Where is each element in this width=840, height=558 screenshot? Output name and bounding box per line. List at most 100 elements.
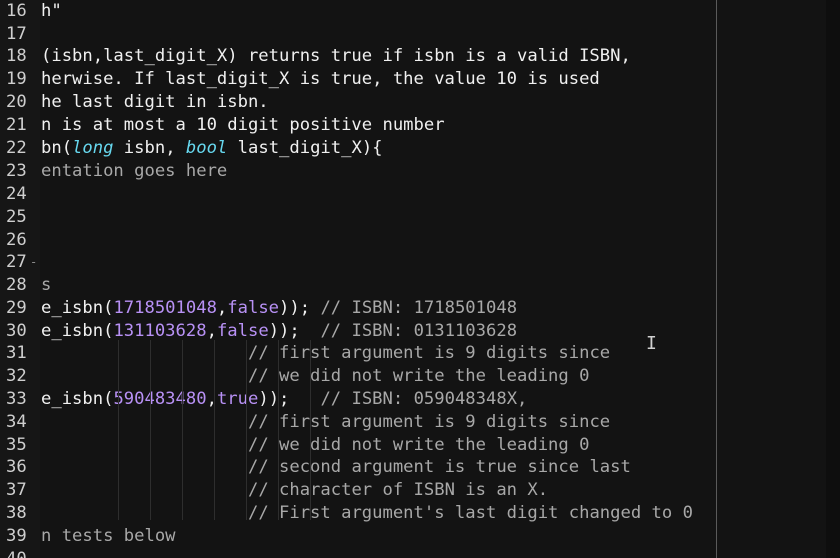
- indent-guide: [118, 340, 119, 520]
- fold-toggle-icon[interactable]: -: [30, 251, 37, 274]
- indent-guide: [278, 340, 279, 520]
- line-number: 25: [6, 207, 27, 227]
- code-token: last_digit_X){: [227, 138, 383, 158]
- code-token: // we did not write the leading 0: [247, 366, 590, 386]
- code-token: h": [41, 1, 62, 21]
- line-number: 18: [6, 46, 27, 66]
- line-number: 20: [6, 92, 27, 112]
- code-text: // second argument is true since last: [41, 456, 631, 479]
- code-line[interactable]: 35 // we did not write the leading 0: [0, 434, 840, 457]
- line-number: 24: [6, 184, 27, 204]
- code-line[interactable]: 19 herwise. If last_digit_X is true, the …: [0, 68, 840, 91]
- code-text: e_isbn(1718501048,false)); // ISBN: 1718…: [41, 297, 517, 320]
- code-token: herwise. If last_digit_X is true, the va…: [41, 69, 600, 89]
- line-number: 30: [6, 321, 27, 341]
- code-token: // first argument is 9 digits since: [247, 412, 611, 432]
- code-line[interactable]: 34 // first argument is 9 digits since: [0, 411, 840, 434]
- code-line[interactable]: 22 bn(long isbn, bool last_digit_X){: [0, 137, 840, 160]
- code-token: e_isbn(: [41, 389, 114, 409]
- line-number: 28: [6, 275, 27, 295]
- code-token: true: [216, 389, 259, 409]
- code-text: // first argument is 9 digits since: [41, 342, 610, 365]
- line-number: 32: [6, 366, 27, 386]
- line-number: 16: [6, 1, 27, 21]
- code-token: 590483480: [113, 389, 207, 409]
- code-token: (isbn,last_digit_X) returns true if isbn…: [41, 46, 631, 66]
- code-line[interactable]: 39 n tests below: [0, 525, 840, 548]
- code-line[interactable]: 18 (isbn,last_digit_X) returns true if is…: [0, 45, 840, 68]
- code-line[interactable]: 25: [0, 206, 840, 229]
- line-number: 37: [6, 480, 27, 500]
- code-line[interactable]: 33 e_isbn(590483480,true)); // ISBN: 0590…: [0, 388, 840, 411]
- code-line[interactable]: 26: [0, 229, 840, 252]
- code-token: // ISBN: 1718501048: [320, 298, 518, 318]
- code-line[interactable]: 32 // we did not write the leading 0: [0, 365, 840, 388]
- code-text: he last digit in isbn.: [41, 91, 269, 114]
- line-number: 38: [6, 503, 27, 523]
- code-text: // we did not write the leading 0: [41, 434, 589, 457]
- code-token: bool: [185, 138, 228, 158]
- code-line[interactable]: 31 // first argument is 9 digits since: [0, 342, 840, 365]
- code-token: bn(: [41, 138, 73, 158]
- code-text: // first argument is 9 digits since: [41, 411, 610, 434]
- code-line[interactable]: 27-: [0, 251, 840, 274]
- code-text: e_isbn(590483480,true)); // ISBN: 059048…: [41, 388, 527, 411]
- scrollbar-track[interactable]: [826, 0, 840, 558]
- code-text: herwise. If last_digit_X is true, the va…: [41, 68, 600, 91]
- code-token: ));: [268, 321, 321, 341]
- code-token: ));: [279, 298, 321, 318]
- line-number: 33: [6, 389, 27, 409]
- code-text: e_isbn(131103628,false)); // ISBN: 01311…: [41, 320, 517, 343]
- code-line[interactable]: 23 entation goes here: [0, 160, 840, 183]
- code-token: ,: [206, 321, 217, 341]
- line-number: 31: [6, 343, 27, 363]
- code-token: long: [72, 138, 114, 158]
- code-line[interactable]: 28 s: [0, 274, 840, 297]
- code-line[interactable]: 16 h": [0, 0, 840, 23]
- code-token: // we did not write the leading 0: [247, 435, 590, 455]
- code-token: he last digit in isbn.: [41, 92, 269, 112]
- code-line[interactable]: 17: [0, 23, 840, 46]
- line-number: 29: [6, 298, 27, 318]
- code-line[interactable]: 29 e_isbn(1718501048,false)); // ISBN: 17…: [0, 297, 840, 320]
- indent-guide: [182, 340, 183, 520]
- line-number: 22: [6, 138, 27, 158]
- code-token: // first argument is 9 digits since: [247, 343, 611, 363]
- code-line[interactable]: 24: [0, 183, 840, 206]
- code-token: // ISBN: 059048348X,: [320, 389, 528, 409]
- indent-guide: [310, 340, 311, 520]
- code-line[interactable]: 37 // character of ISBN is an X.: [0, 479, 840, 502]
- code-token: // character of ISBN is an X.: [247, 480, 549, 500]
- code-text: bn(long isbn, bool last_digit_X){: [41, 137, 383, 160]
- code-token: 131103628: [113, 321, 207, 341]
- code-text: entation goes here: [41, 160, 227, 183]
- code-text: h": [41, 0, 62, 23]
- code-token: s: [41, 275, 52, 295]
- line-number: 36: [6, 457, 27, 477]
- code-token: ,: [206, 389, 217, 409]
- code-text: // First argument's last digit changed t…: [41, 502, 693, 525]
- code-line[interactable]: 20 he last digit in isbn.: [0, 91, 840, 114]
- code-token: entation goes here: [41, 161, 228, 181]
- column-ruler: [716, 0, 717, 558]
- line-number: 34: [6, 412, 27, 432]
- line-number: 19: [6, 69, 27, 89]
- code-line[interactable]: 30 e_isbn(131103628,false)); // ISBN: 013…: [0, 320, 840, 343]
- code-line[interactable]: 21 n is at most a 10 digit positive numbe…: [0, 114, 840, 137]
- code-editor[interactable]: 16 h" 17 18 (isbn,last_digit_X) returns true…: [0, 0, 840, 558]
- code-line[interactable]: 36 // second argument is true since last: [0, 456, 840, 479]
- line-number: 39: [6, 526, 27, 546]
- code-text: // we did not write the leading 0: [41, 365, 589, 388]
- code-line[interactable]: 38 // First argument's last digit change…: [0, 502, 840, 525]
- line-number: 26: [6, 230, 27, 250]
- code-line[interactable]: 40: [0, 548, 840, 558]
- code-token: ));: [258, 389, 321, 409]
- code-token: e_isbn(: [41, 298, 114, 318]
- code-text: s: [41, 274, 51, 297]
